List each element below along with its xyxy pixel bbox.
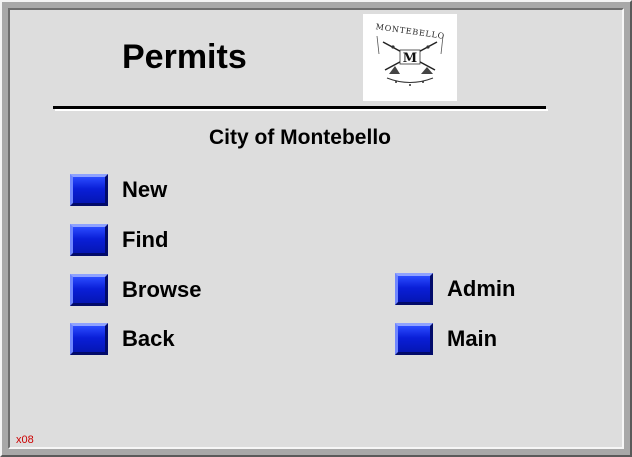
admin-button-label: Admin — [447, 276, 516, 301]
city-seal-icon: MONTEBELLO M — [375, 22, 446, 86]
seal-ring-text: MONTEBELLO — [375, 22, 445, 41]
find-button-square[interactable] — [70, 224, 108, 256]
find-button-label: Find — [122, 227, 169, 252]
header-divider-highlight — [55, 109, 548, 111]
back-button-label: Back — [122, 326, 175, 351]
browse-button-label: Browse — [122, 277, 202, 302]
browse-button-square[interactable] — [70, 274, 108, 306]
seal-center-letter: M — [403, 51, 417, 66]
browse-button[interactable]: Browse — [70, 274, 201, 306]
find-button[interactable]: Find — [70, 224, 168, 256]
city-name: City of Montebello — [209, 126, 391, 149]
main-button-label: Main — [447, 326, 498, 351]
main-button[interactable]: Main — [395, 323, 497, 355]
screen-code: x08 — [16, 434, 34, 446]
back-button-square[interactable] — [70, 323, 108, 355]
new-button-label: New — [122, 177, 168, 202]
main-button-square[interactable] — [395, 323, 433, 355]
new-button[interactable]: New — [70, 174, 167, 206]
page-title: Permits — [122, 38, 247, 76]
new-button-square[interactable] — [70, 174, 108, 206]
city-seal: MONTEBELLO M — [363, 14, 457, 101]
admin-button-square[interactable] — [395, 273, 433, 305]
back-button[interactable]: Back — [70, 323, 175, 355]
admin-button[interactable]: Admin — [395, 273, 515, 305]
